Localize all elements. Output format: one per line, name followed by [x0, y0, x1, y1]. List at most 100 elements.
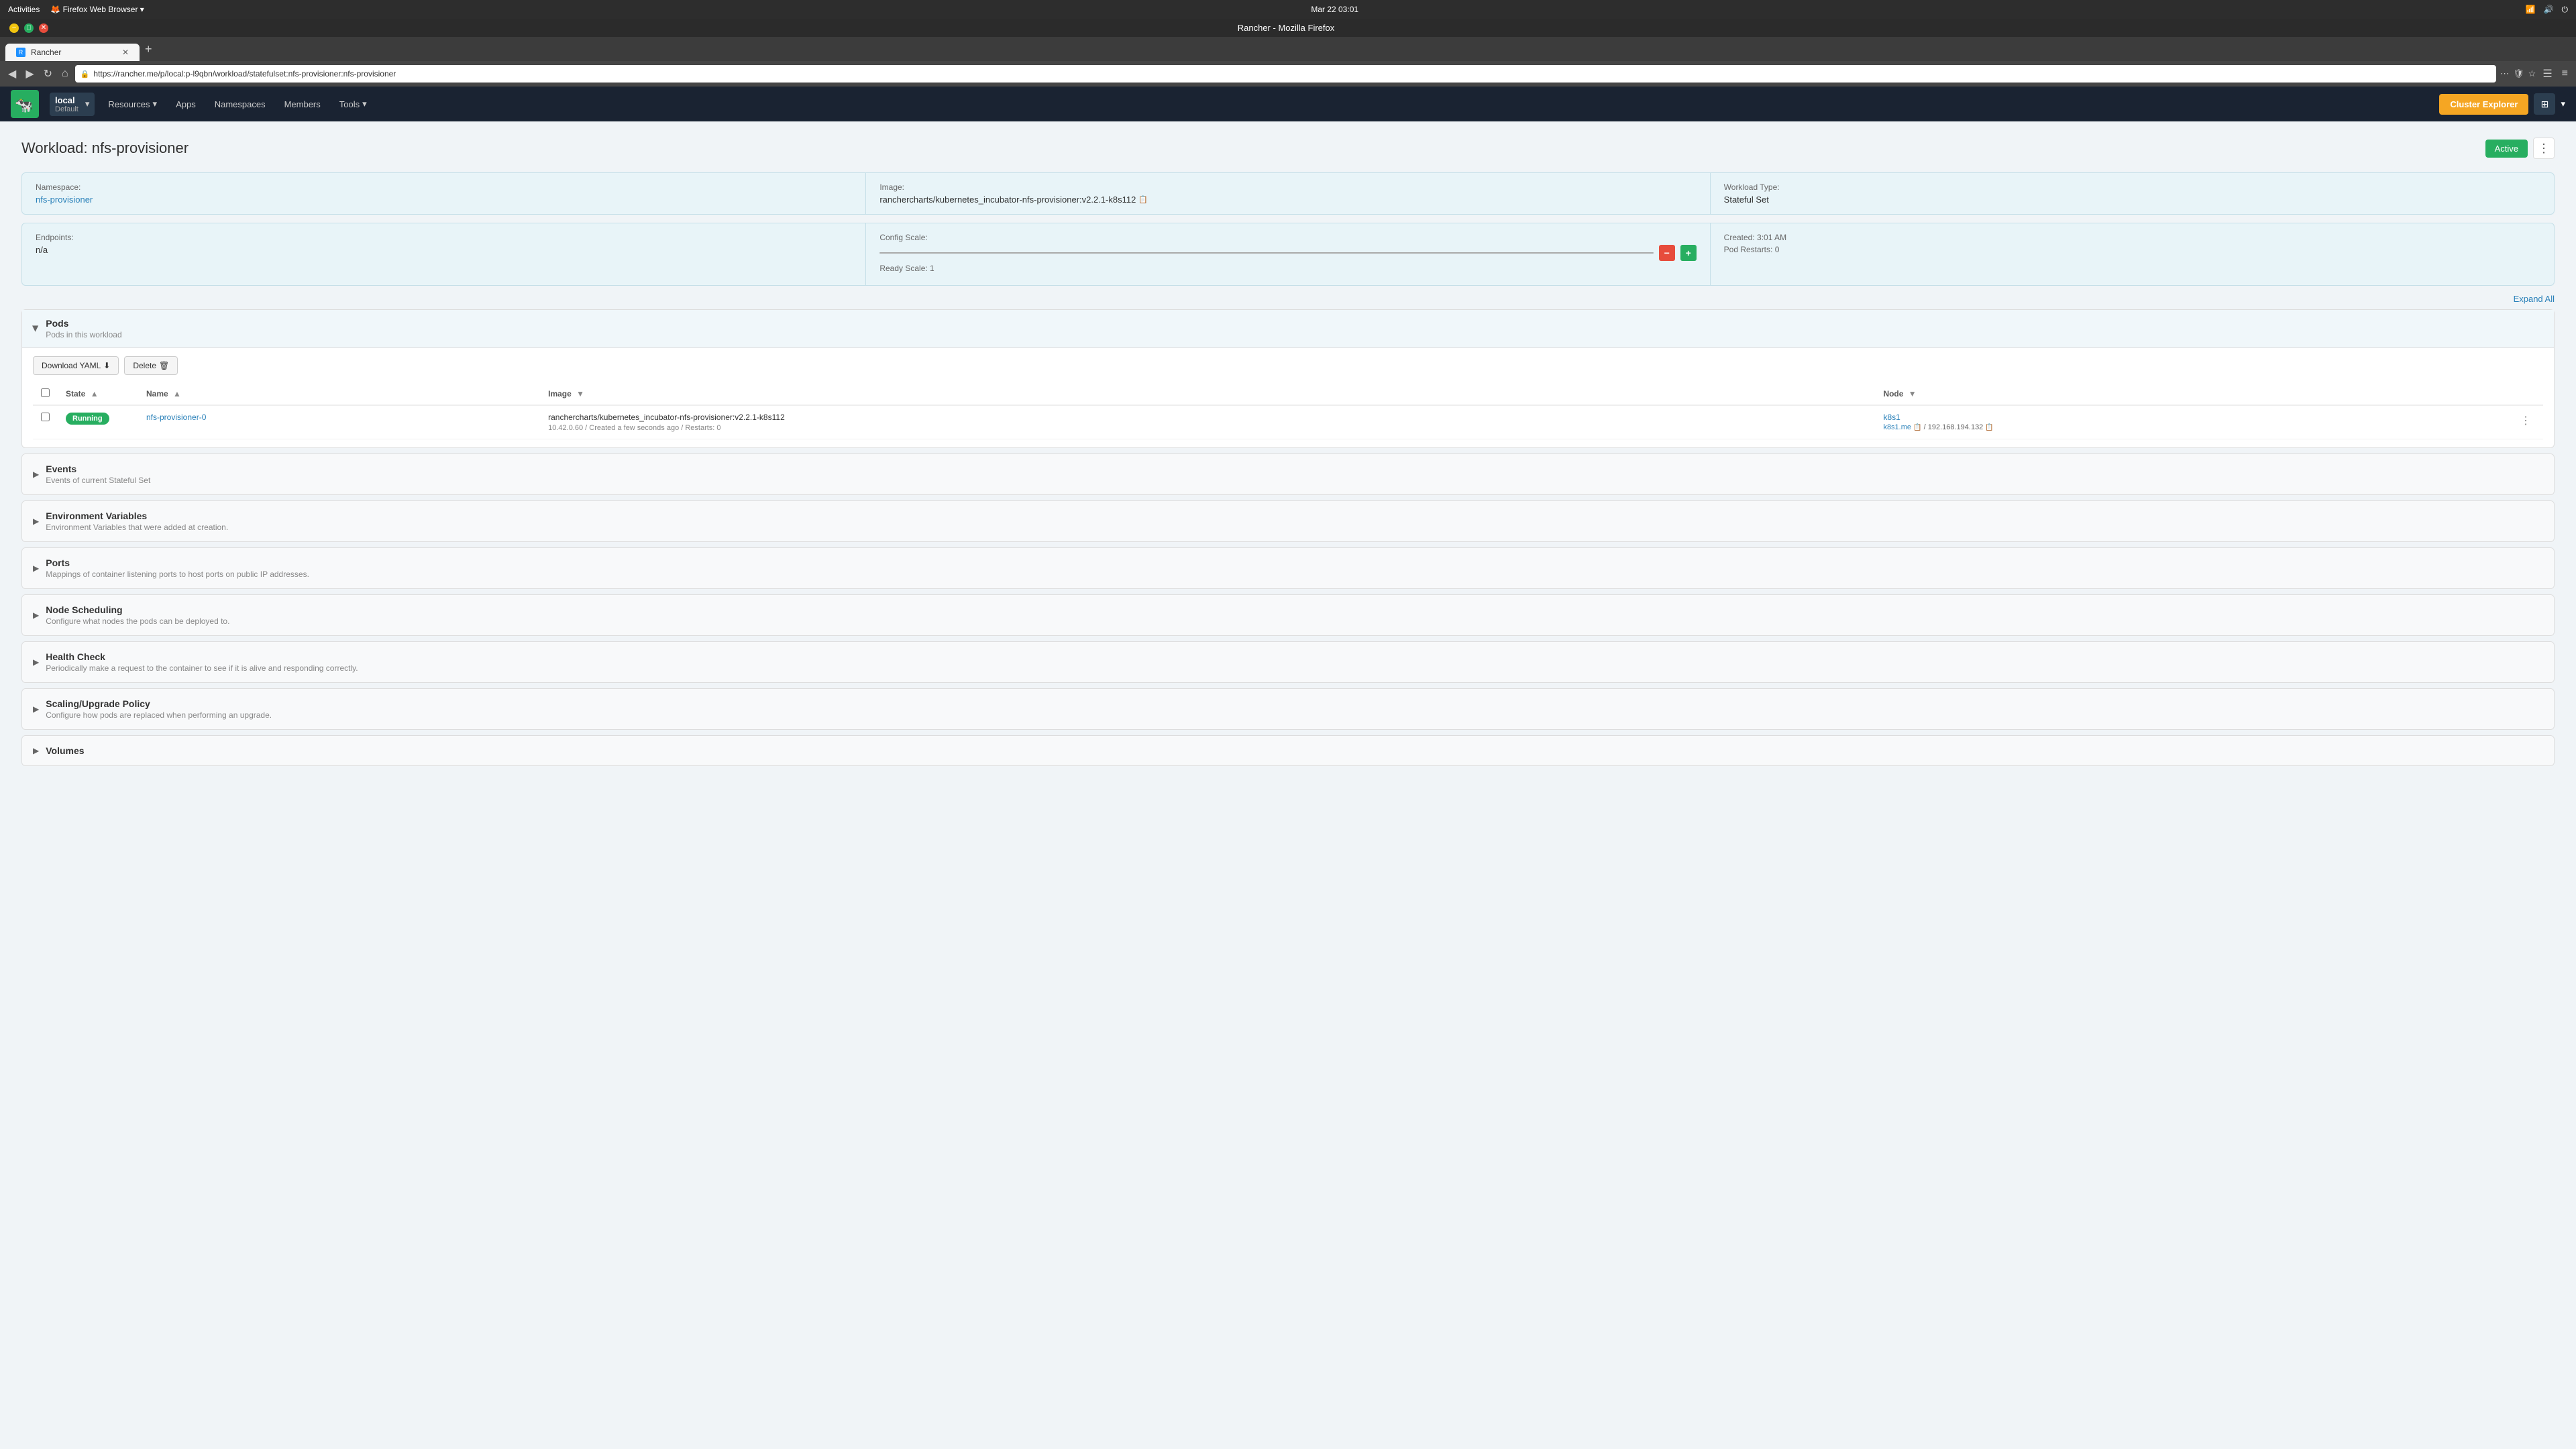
pods-section-header[interactable]: ▶ Pods Pods in this workload — [22, 310, 2554, 348]
app-menu-icon[interactable]: ≡ — [2559, 68, 2571, 80]
chevron-events-icon: ▶ — [33, 470, 39, 479]
nav-links: Resources ▾ Apps Namespaces Members Tool… — [100, 95, 374, 113]
section-title-health-check: Health Check — [46, 651, 358, 662]
section-title-scaling-upgrade-policy: Scaling/Upgrade Policy — [46, 698, 272, 709]
svg-text:🐄: 🐄 — [15, 97, 33, 113]
copy-node-host-button[interactable]: 📋 — [1913, 424, 1921, 431]
cluster-dropdown-icon: ▾ — [85, 99, 90, 109]
trash-icon: 🗑 — [159, 361, 169, 370]
copy-node-ip-button[interactable]: 📋 — [1985, 424, 1993, 431]
select-all-checkbox[interactable] — [41, 388, 50, 397]
browser-title: Rancher - Mozilla Firefox — [54, 23, 2518, 33]
chevron-volumes-icon: ▶ — [33, 746, 39, 755]
node-sort-icon: ▼ — [1909, 389, 1917, 398]
namespace-link[interactable]: nfs-provisioner — [36, 195, 93, 205]
pods-section: ▶ Pods Pods in this workload Download YA… — [21, 309, 2555, 448]
download-yaml-button[interactable]: Download YAML ⬇ — [33, 356, 119, 375]
nav-namespaces[interactable]: Namespaces — [207, 95, 274, 113]
pod-image-meta: 10.42.0.60 / Created a few seconds ago /… — [548, 424, 1867, 432]
home-button[interactable]: ⌂ — [59, 65, 71, 83]
minimize-button[interactable]: – — [9, 23, 19, 33]
nav-resources[interactable]: Resources ▾ — [100, 95, 165, 113]
section-header-environment-variables[interactable]: ▶ Environment Variables Environment Vari… — [22, 501, 2554, 541]
browser-tab[interactable]: R Rancher ✕ — [5, 44, 140, 61]
chevron-scaling-upgrade-policy-icon: ▶ — [33, 704, 39, 714]
pods-section-subtitle: Pods in this workload — [46, 330, 121, 339]
bookmark-icon[interactable]: ☆ — [2528, 68, 2536, 79]
page-title: Workload: nfs-provisioner — [21, 140, 189, 157]
resources-chevron-icon: ▾ — [153, 99, 158, 109]
volume-icon: 🔊 — [2544, 5, 2554, 14]
workload-type-section: Workload Type: Stateful Set — [1711, 173, 2554, 214]
browser-title-bar: – □ ✕ Rancher - Mozilla Firefox — [0, 19, 2576, 37]
table-header-row: State ▲ Name ▲ Image ▼ — [33, 383, 2543, 405]
section-header-volumes[interactable]: ▶ Volumes — [22, 736, 2554, 765]
endpoints-label: Endpoints: — [36, 233, 852, 242]
os-bar: Activities 🦊 Firefox Web Browser ▾ Mar 2… — [0, 0, 2576, 19]
collapsible-sections: ▶ Events Events of current Stateful Set … — [21, 453, 2555, 766]
close-button[interactable]: ✕ — [39, 23, 48, 33]
power-icon: ⏻ — [2561, 5, 2568, 15]
section-node-scheduling: ▶ Node Scheduling Configure what nodes t… — [21, 594, 2555, 636]
workload-info-card-2: Endpoints: n/a Config Scale: − + Ready S… — [21, 223, 2555, 286]
node-host-link[interactable]: k8s1.me — [1883, 423, 1911, 431]
new-tab-button[interactable]: + — [140, 42, 158, 56]
more-actions-button[interactable]: ⋮ — [2533, 138, 2555, 159]
back-button[interactable]: ◀ — [5, 64, 19, 83]
nav-tools[interactable]: Tools ▾ — [331, 95, 375, 113]
cluster-selector[interactable]: local Default ▾ — [50, 93, 95, 116]
row-checkbox[interactable] — [41, 413, 50, 421]
maximize-button[interactable]: □ — [24, 23, 34, 33]
section-header-node-scheduling[interactable]: ▶ Node Scheduling Configure what nodes t… — [22, 595, 2554, 635]
activities-label[interactable]: Activities — [8, 5, 40, 14]
pod-row-actions-button[interactable]: ⋮ — [2516, 413, 2535, 429]
sidebar-icon[interactable]: ☰ — [2540, 67, 2555, 80]
workload-header: Workload: nfs-provisioner Active ⋮ — [21, 138, 2555, 159]
image-column-header: Image ▼ — [540, 383, 1875, 405]
url-display: https://rancher.me/p/local:p-l9qbn/workl… — [93, 69, 2491, 78]
address-input[interactable]: 🔒 https://rancher.me/p/local:p-l9qbn/wor… — [75, 65, 2496, 83]
node-ip: 192.168.194.132 — [1928, 423, 1984, 431]
browser-label: 🦊 Firefox Web Browser ▾ — [50, 5, 144, 14]
tab-close-button[interactable]: ✕ — [122, 48, 129, 57]
scale-section: Config Scale: − + Ready Scale: 1 — [866, 223, 1710, 285]
section-subtitle-health-check: Periodically make a request to the conta… — [46, 663, 358, 673]
forward-button[interactable]: ▶ — [23, 64, 36, 83]
nav-grid-icon-button[interactable]: ⊞ — [2534, 93, 2555, 115]
cluster-explorer-button[interactable]: Cluster Explorer — [2439, 94, 2528, 115]
tab-bar: R Rancher ✕ + — [0, 37, 2576, 61]
section-subtitle-scaling-upgrade-policy: Configure how pods are replaced when per… — [46, 710, 272, 720]
section-header-events[interactable]: ▶ Events Events of current Stateful Set — [22, 454, 2554, 494]
table-row: Running nfs-provisioner-0 ranchercharts/… — [33, 405, 2543, 439]
nav-apps[interactable]: Apps — [168, 95, 204, 113]
name-column-header[interactable]: Name ▲ — [138, 383, 540, 405]
image-section: Image: ranchercharts/kubernetes_incubato… — [866, 173, 1710, 214]
copy-image-button[interactable]: 📋 — [1138, 195, 1148, 204]
expand-all-link[interactable]: Expand All — [2514, 294, 2555, 304]
table-actions: Download YAML ⬇ Delete 🗑 — [33, 356, 2543, 375]
delete-button[interactable]: Delete 🗑 — [124, 356, 178, 375]
os-bar-left: Activities 🦊 Firefox Web Browser ▾ — [8, 5, 144, 14]
pod-name-cell: nfs-provisioner-0 — [138, 405, 540, 439]
node-name-link[interactable]: k8s1 — [1883, 413, 1900, 422]
nav-members[interactable]: Members — [276, 95, 329, 113]
section-header-health-check[interactable]: ▶ Health Check Periodically make a reque… — [22, 642, 2554, 682]
section-header-scaling-upgrade-policy[interactable]: ▶ Scaling/Upgrade Policy Configure how p… — [22, 689, 2554, 729]
chevron-health-check-icon: ▶ — [33, 657, 39, 667]
section-subtitle-environment-variables: Environment Variables that were added at… — [46, 523, 228, 532]
workload-type-value: Stateful Set — [1724, 195, 2540, 205]
endpoints-section: Endpoints: n/a — [22, 223, 866, 285]
pod-image-value: ranchercharts/kubernetes_incubator-nfs-p… — [548, 413, 1867, 422]
window-controls[interactable]: – □ ✕ — [4, 23, 54, 33]
section-scaling-upgrade-policy: ▶ Scaling/Upgrade Policy Configure how p… — [21, 688, 2555, 730]
section-subtitle-events: Events of current Stateful Set — [46, 476, 150, 485]
tab-title: Rancher — [31, 48, 61, 57]
refresh-button[interactable]: ↻ — [41, 64, 55, 83]
scale-down-button[interactable]: − — [1659, 245, 1675, 261]
rancher-logo-icon: 🐄 — [11, 90, 39, 118]
workload-type-label: Workload Type: — [1724, 182, 2540, 192]
state-column-header[interactable]: State ▲ — [58, 383, 138, 405]
section-header-ports[interactable]: ▶ Ports Mappings of container listening … — [22, 548, 2554, 588]
scale-up-button[interactable]: + — [1680, 245, 1697, 261]
pod-name-link[interactable]: nfs-provisioner-0 — [146, 413, 206, 422]
